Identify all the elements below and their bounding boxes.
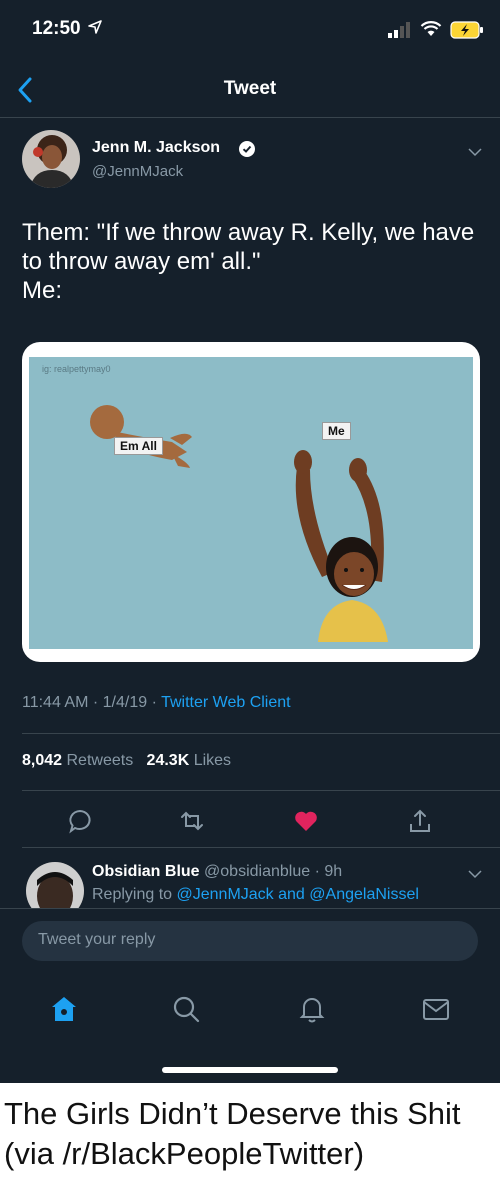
tweet-text: Them: "If we throw away R. Kelly, we hav… [22, 218, 487, 305]
divider [22, 790, 500, 791]
tweet-actions [0, 800, 500, 844]
tweet-line: Me: [22, 277, 63, 304]
battery-charging-icon [450, 21, 483, 39]
meta-separator: · [92, 694, 99, 711]
likes-count[interactable]: 24.3K [147, 752, 190, 769]
reply-author-name[interactable]: Obsidian Blue [92, 863, 200, 880]
nav-bar: Tweet [0, 60, 500, 118]
status-bar: 12:50 [0, 0, 500, 60]
reply-input[interactable]: Tweet your reply [22, 921, 478, 961]
divider [22, 847, 500, 848]
author-avatar[interactable] [22, 130, 80, 188]
reply-tweet[interactable]: Obsidian Blue @obsidianblue · 9h Replyin… [0, 850, 500, 920]
chevron-down-icon[interactable] [467, 868, 483, 880]
chevron-down-icon[interactable] [467, 146, 483, 158]
wifi-icon [420, 21, 442, 36]
tweet-author: Jenn M. Jackson @JennMJack [0, 130, 500, 190]
like-heart-icon[interactable] [293, 808, 319, 834]
reply-header: Obsidian Blue @obsidianblue · 9h [92, 863, 342, 881]
likes-label[interactable]: Likes [194, 752, 231, 769]
author-handle[interactable]: @JennMJack [92, 163, 183, 180]
meme-watermark: ig: realpettymay0 [42, 364, 111, 374]
retweets-count[interactable]: 8,042 [22, 752, 62, 769]
reply-icon[interactable] [67, 808, 93, 834]
tweet-date: 1/4/19 [102, 694, 148, 711]
retweets-label[interactable]: Retweets [67, 752, 134, 769]
tab-bar [0, 987, 500, 1037]
tweet-meta: 11:44 AM · 1/4/19 · Twitter Web Client [22, 694, 291, 712]
verified-badge-icon [239, 141, 255, 157]
meme-illustration [29, 405, 473, 649]
home-icon[interactable] [48, 993, 80, 1025]
location-arrow-icon [88, 20, 102, 34]
avatar-image [22, 130, 80, 188]
mention-link[interactable]: @JennMJack [177, 886, 274, 903]
meta-separator: · [151, 694, 157, 711]
author-name[interactable]: Jenn M. Jackson [92, 139, 220, 157]
search-icon[interactable] [170, 993, 202, 1025]
replying-to: Replying to @JennMJack and @AngelaNissel [92, 886, 419, 904]
retweet-icon[interactable] [179, 808, 205, 834]
reply-placeholder: Tweet your reply [38, 931, 156, 948]
post-caption: The Girls Didn’t Deserve this Shit (via … [4, 1096, 461, 1171]
tweet-client-link[interactable]: Twitter Web Client [161, 694, 291, 711]
tweet-line: Them: "If we throw away R. Kelly, we hav… [22, 219, 475, 246]
tweet-media[interactable]: ig: realpettymay0 Em All Me [22, 342, 480, 662]
meme-label-me: Me [322, 422, 351, 440]
signal-icon [388, 22, 410, 38]
tweet-time: 11:44 AM [22, 694, 89, 711]
page-title: Tweet [223, 78, 277, 99]
status-time: 12:50 [32, 18, 81, 39]
twitter-app-screen: 12:50 Tweet Jenn M. Jackson @JennMJack T… [0, 0, 500, 1083]
messages-envelope-icon[interactable] [420, 993, 452, 1025]
bottom-panel: Tweet your reply [0, 908, 500, 1083]
replying-prefix: Replying to [92, 886, 173, 903]
notifications-bell-icon[interactable] [296, 993, 328, 1025]
mention-and: and [278, 886, 305, 903]
home-indicator [162, 1067, 338, 1073]
meme-label-em-all: Em All [114, 437, 163, 455]
reply-handle-time[interactable]: @obsidianblue · 9h [204, 863, 342, 880]
tweet-stats: 8,042 Retweets 24.3K Likes [22, 752, 231, 770]
divider [22, 733, 500, 734]
share-icon[interactable] [407, 808, 433, 834]
tweet-line: to throw away em' all." [22, 248, 261, 275]
mention-link[interactable]: @AngelaNissel [309, 886, 419, 903]
